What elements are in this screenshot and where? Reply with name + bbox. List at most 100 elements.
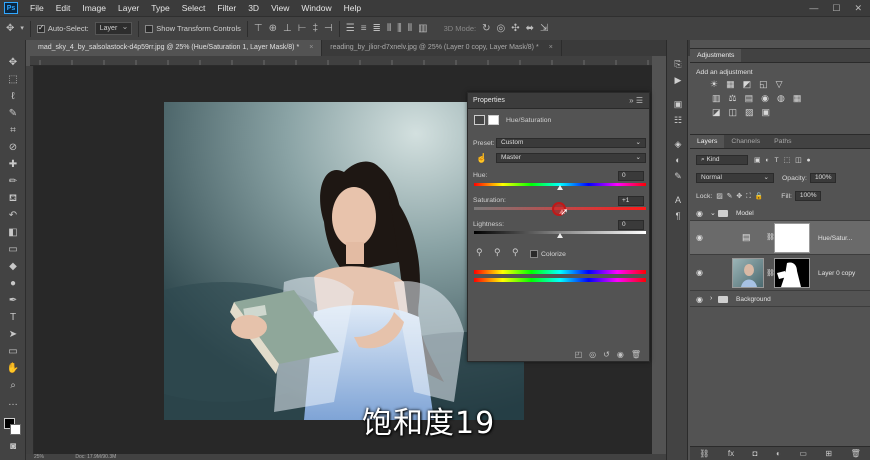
- selective-color-icon[interactable]: ▣: [762, 107, 771, 118]
- close-icon[interactable]: ×: [549, 44, 553, 51]
- distribute-icon[interactable]: ≡: [361, 23, 367, 34]
- 3d-rotate-icon[interactable]: ↻: [482, 23, 490, 34]
- distribute-icon[interactable]: ⦀: [408, 23, 412, 34]
- eraser-tool-icon[interactable]: ◧: [6, 226, 20, 240]
- layer-0-copy[interactable]: ◉ ⛓ Layer 0 copy: [690, 255, 870, 291]
- posterize-icon[interactable]: ◫: [729, 107, 738, 118]
- panel-collapse-icon[interactable]: » ☰: [629, 96, 649, 105]
- curves-icon[interactable]: ◩: [743, 79, 752, 90]
- link-layers-icon[interactable]: ⛓: [699, 449, 709, 458]
- menu-help[interactable]: Help: [338, 0, 367, 16]
- color-balance-icon[interactable]: ⚖: [729, 93, 737, 104]
- tab-reading[interactable]: reading_by_jlior-d7xnelv.jpg @ 25% (Laye…: [322, 40, 562, 56]
- brush-tool-icon[interactable]: ✏: [6, 175, 20, 189]
- eye-icon[interactable]: ◉: [696, 209, 703, 218]
- tab-paths[interactable]: Paths: [767, 135, 798, 148]
- adjustment-layer-icon[interactable]: [474, 115, 485, 125]
- menu-filter[interactable]: Filter: [211, 0, 242, 16]
- crop-tool-icon[interactable]: ⌗: [6, 124, 20, 138]
- eye-icon[interactable]: ◉: [696, 295, 703, 304]
- maximize-button[interactable]: ☐: [832, 3, 840, 14]
- properties-panel-icon[interactable]: ☷: [672, 114, 684, 126]
- distribute-icon[interactable]: ⫴: [387, 23, 391, 34]
- menu-image[interactable]: Image: [76, 0, 112, 16]
- chevron-down-icon[interactable]: ▾: [20, 24, 24, 34]
- brightness-contrast-icon[interactable]: ☀: [710, 79, 718, 90]
- blur-tool-icon[interactable]: ◆: [6, 260, 20, 274]
- menu-layer[interactable]: Layer: [112, 0, 145, 16]
- lightness-input[interactable]: 0: [618, 220, 644, 230]
- expand-chevron-icon[interactable]: ›: [710, 295, 712, 302]
- tab-mad-sky[interactable]: mad_sky_4_by_salsolastock-d4p59rr.jpg @ …: [30, 40, 323, 56]
- align-bottom-icon[interactable]: ⊥: [283, 23, 292, 34]
- menu-type[interactable]: Type: [145, 0, 175, 16]
- more-tools-icon[interactable]: …: [6, 396, 20, 410]
- opacity-input[interactable]: 100%: [809, 173, 836, 183]
- fill-input[interactable]: 100%: [794, 191, 821, 201]
- delete-icon[interactable]: 🗑: [631, 350, 641, 359]
- vibrance-icon[interactable]: ▽: [776, 79, 783, 90]
- type-tool-icon[interactable]: T: [6, 311, 20, 325]
- menu-window[interactable]: Window: [295, 0, 337, 16]
- clone-stamp-icon[interactable]: ⛾: [6, 192, 20, 206]
- eyedropper-plus-icon[interactable]: ⚲: [494, 247, 501, 258]
- lightness-slider-thumb[interactable]: [557, 233, 563, 238]
- eye-icon[interactable]: ◉: [696, 233, 703, 242]
- colorize-checkbox[interactable]: Colorize: [530, 249, 566, 258]
- preset-dropdown[interactable]: Custom ⌄: [496, 138, 646, 148]
- levels-icon[interactable]: ▦: [726, 79, 735, 90]
- tab-channels[interactable]: Channels: [724, 135, 767, 148]
- zoom-level[interactable]: 25%: [34, 454, 44, 460]
- align-right-icon[interactable]: ⊣: [324, 23, 333, 34]
- 3d-slide-icon[interactable]: ⬌: [526, 23, 534, 34]
- kind-filter-dropdown[interactable]: ⌕ Kind: [696, 155, 748, 165]
- layer-mask-thumbnail[interactable]: [774, 223, 810, 253]
- marquee-tool-icon[interactable]: ⬚: [6, 73, 20, 87]
- hue-saturation-icon[interactable]: ▥: [712, 93, 721, 104]
- filter-type-icons[interactable]: ▣◐T⬚◫●: [754, 156, 816, 164]
- reset-icon[interactable]: ↺: [603, 350, 610, 359]
- channel-dropdown[interactable]: Master ⌄: [496, 153, 646, 163]
- layer-mask-thumbnail[interactable]: [774, 258, 810, 288]
- eyedropper-minus-icon[interactable]: ⚲: [512, 247, 519, 258]
- auto-select-dropdown[interactable]: Layer: [94, 21, 133, 35]
- 3d-drag-icon[interactable]: ✣: [511, 23, 519, 34]
- lock-icons[interactable]: ▨✎✥⛶🔒: [716, 192, 767, 201]
- paragraph-panel-icon[interactable]: ¶: [672, 210, 684, 222]
- menu-view[interactable]: View: [265, 0, 295, 16]
- color-lookup-icon[interactable]: ▦: [793, 93, 802, 104]
- quick-mask-icon[interactable]: ◙: [6, 440, 20, 454]
- invert-icon[interactable]: ◪: [712, 107, 721, 118]
- pen-tool-icon[interactable]: ✒: [6, 294, 20, 308]
- history-brush-icon[interactable]: ↶: [6, 209, 20, 223]
- layer-thumbnail[interactable]: [732, 258, 764, 288]
- align-vcenter-icon[interactable]: ⊕: [269, 23, 277, 34]
- show-transform-checkbox[interactable]: Show Transform Controls: [145, 24, 241, 33]
- add-mask-icon[interactable]: ◘: [753, 449, 758, 458]
- visibility-icon[interactable]: ◉: [617, 350, 624, 359]
- move-tool-icon[interactable]: ✥: [6, 23, 14, 34]
- delete-layer-icon[interactable]: 🗑: [851, 449, 861, 458]
- tab-adjustments[interactable]: Adjustments: [690, 49, 742, 62]
- saturation-input[interactable]: +1: [618, 196, 644, 206]
- black-white-icon[interactable]: ▤: [745, 93, 754, 104]
- adjustments-panel-icon[interactable]: ▣: [672, 98, 684, 110]
- align-top-icon[interactable]: ⊤: [254, 23, 263, 34]
- layers-panel-icon[interactable]: ◈: [672, 138, 684, 150]
- 3d-scale-icon[interactable]: ⇲: [540, 23, 548, 34]
- hue-slider-thumb[interactable]: [557, 185, 563, 190]
- play-action-icon[interactable]: ▶: [672, 74, 684, 86]
- auto-select-checkbox[interactable]: Auto-Select:: [36, 23, 89, 33]
- channel-mixer-icon[interactable]: ◍: [777, 93, 785, 104]
- close-icon[interactable]: ×: [309, 44, 313, 51]
- tab-layers[interactable]: Layers: [690, 135, 725, 148]
- threshold-icon[interactable]: ▨: [745, 107, 754, 118]
- expand-chevron-icon[interactable]: ⌄: [710, 209, 716, 217]
- hue-input[interactable]: 0: [618, 171, 644, 181]
- rectangle-tool-icon[interactable]: ▭: [6, 345, 20, 359]
- align-hcenter-icon[interactable]: ‡: [312, 23, 318, 34]
- layer-hue-saturation[interactable]: ◉ ▤ ⛓ Hue/Satur...: [690, 221, 870, 255]
- background-color-swatch[interactable]: [10, 424, 21, 435]
- new-layer-icon[interactable]: ⊞: [825, 449, 832, 458]
- photo-filter-icon[interactable]: ◉: [761, 93, 769, 104]
